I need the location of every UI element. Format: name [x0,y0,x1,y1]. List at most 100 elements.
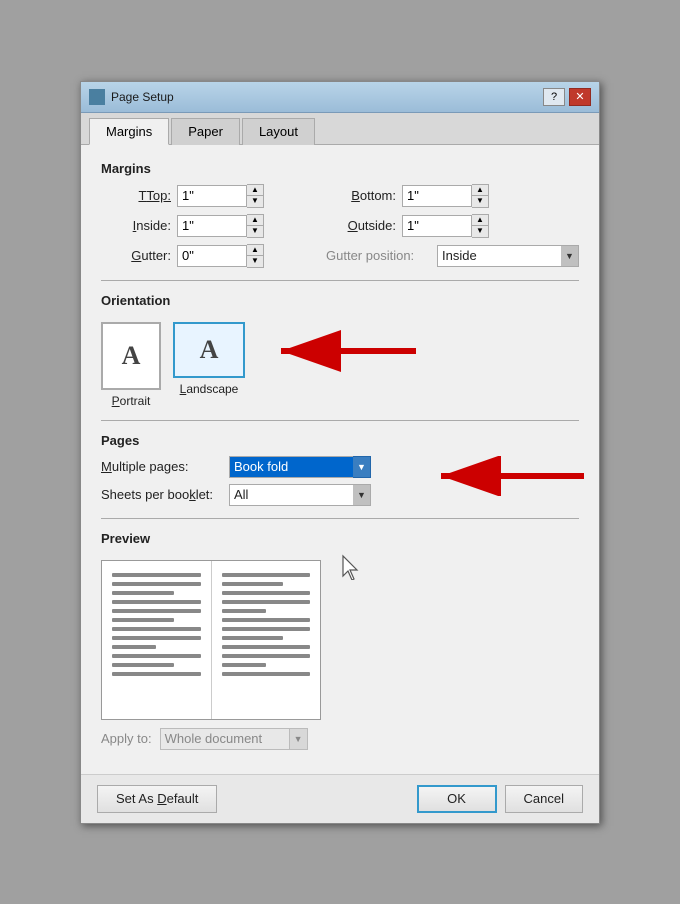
tab-bar: Margins Paper Layout [81,113,599,145]
dialog-icon [89,89,105,105]
portrait-icon: A [101,322,161,390]
rline9 [222,645,311,649]
ok-button[interactable]: OK [417,785,497,813]
pages-section: Pages Multiple pages: Book fold ▼ [101,433,579,506]
divider-3 [101,518,579,519]
pages-section-label: Pages [101,433,579,448]
gutter-spin-down[interactable]: ▼ [247,256,263,267]
bottom-spin-up[interactable]: ▲ [472,185,488,196]
rline12 [222,672,311,676]
tab-paper[interactable]: Paper [171,118,240,145]
gutter-pos-field-row: Gutter position: Inside ▼ [326,244,579,268]
inside-spinner: ▲ ▼ [177,214,264,238]
rline6 [222,618,311,622]
bottom-label: Bottom: [326,188,396,203]
rline11 [222,663,266,667]
set-default-label: Set As Default [116,791,198,806]
tab-layout[interactable]: Layout [242,118,315,145]
portrait-label: Portrait [112,394,151,408]
page-setup-dialog: Page Setup ? ✕ Margins Paper Layout Marg… [80,81,600,824]
preview-book [101,560,321,720]
top-label: TTop: [101,188,171,203]
multiple-pages-select-wrap: Book fold ▼ [229,456,371,478]
multiple-pages-value: Book fold [229,456,371,478]
dialog-content: Margins TTop: ▲ ▼ Bottom: [81,145,599,774]
margins-grid: TTop: ▲ ▼ Bottom: ▲ ▼ [101,184,579,268]
line12 [112,672,201,676]
outside-spinner: ▲ ▼ [402,214,489,238]
inside-input[interactable] [177,215,247,237]
outside-spin-down[interactable]: ▼ [472,226,488,237]
top-spinner: ▲ ▼ [177,184,264,208]
dialog-title: Page Setup [111,90,174,104]
title-bar-left: Page Setup [89,89,174,105]
multiple-pages-label: Multiple pages: [101,459,221,474]
bookfold-arrow [429,456,589,496]
landscape-label: Landscape [180,382,239,396]
preview-left-page [102,561,212,719]
line8 [112,636,201,640]
landscape-option[interactable]: A Landscape [173,322,245,408]
apply-to-label: Apply to: [101,731,152,746]
rline4 [222,600,311,604]
bottom-input[interactable] [402,185,472,207]
inside-spin-up[interactable]: ▲ [247,215,263,226]
top-spin-up[interactable]: ▲ [247,185,263,196]
line1 [112,573,201,577]
close-button[interactable]: ✕ [569,88,591,106]
rline7 [222,627,311,631]
gutter-spin-up[interactable]: ▲ [247,245,263,256]
line11 [112,663,174,667]
help-button[interactable]: ? [543,88,565,106]
title-bar: Page Setup ? ✕ [81,82,599,113]
gutter-pos-select-wrap: Inside ▼ [437,245,579,267]
apply-to-arrow[interactable]: ▼ [290,728,308,750]
top-spin-btns: ▲ ▼ [247,184,264,208]
line5 [112,609,201,613]
bottom-spin-down[interactable]: ▼ [472,196,488,207]
gutter-spin-btns: ▲ ▼ [247,244,264,268]
portrait-option[interactable]: A Portrait [101,322,161,408]
cancel-button[interactable]: Cancel [505,785,583,813]
gutter-field-row: Gutter: ▲ ▼ [101,244,306,268]
sheets-select-wrap: All ▼ [229,484,371,506]
inside-spin-btns: ▲ ▼ [247,214,264,238]
inside-label: Inside: [101,218,171,233]
bottom-field-row: Bottom: ▲ ▼ [326,184,579,208]
preview-section: Preview [101,531,579,750]
cursor-icon [341,554,359,580]
preview-label: Preview [101,531,579,546]
sheets-label: Sheets per booklet: [101,487,221,502]
bottom-spin-btns: ▲ ▼ [472,184,489,208]
line7 [112,627,201,631]
preview-right-page [212,561,321,719]
outside-input[interactable] [402,215,472,237]
margins-section-label: Margins [101,161,579,176]
apply-to-row: Apply to: Whole document ▼ [101,728,579,750]
landscape-icon: A [173,322,245,378]
line4 [112,600,201,604]
inside-field-row: Inside: ▲ ▼ [101,214,306,238]
apply-to-select: Whole document ▼ [160,728,308,750]
orientation-section: Orientation A Portrait A [101,293,579,408]
orientation-options: A Portrait A Landscape [101,322,245,408]
line10 [112,654,201,658]
outside-spin-up[interactable]: ▲ [472,215,488,226]
rline5 [222,609,266,613]
title-buttons: ? ✕ [543,88,591,106]
gutter-pos-label: Gutter position: [326,248,431,263]
footer-right: OK Cancel [417,785,583,813]
set-default-button[interactable]: Set As Default [97,785,217,813]
line9 [112,645,156,649]
top-input[interactable] [177,185,247,207]
divider-1 [101,280,579,281]
gutter-input[interactable] [177,245,247,267]
top-spin-down[interactable]: ▼ [247,196,263,207]
tab-margins[interactable]: Margins [89,118,169,145]
inside-spin-down[interactable]: ▼ [247,226,263,237]
apply-to-value: Whole document [160,728,290,750]
rline2 [222,582,284,586]
gutter-pos-value: Inside [437,245,579,267]
outside-spin-btns: ▲ ▼ [472,214,489,238]
line3 [112,591,174,595]
